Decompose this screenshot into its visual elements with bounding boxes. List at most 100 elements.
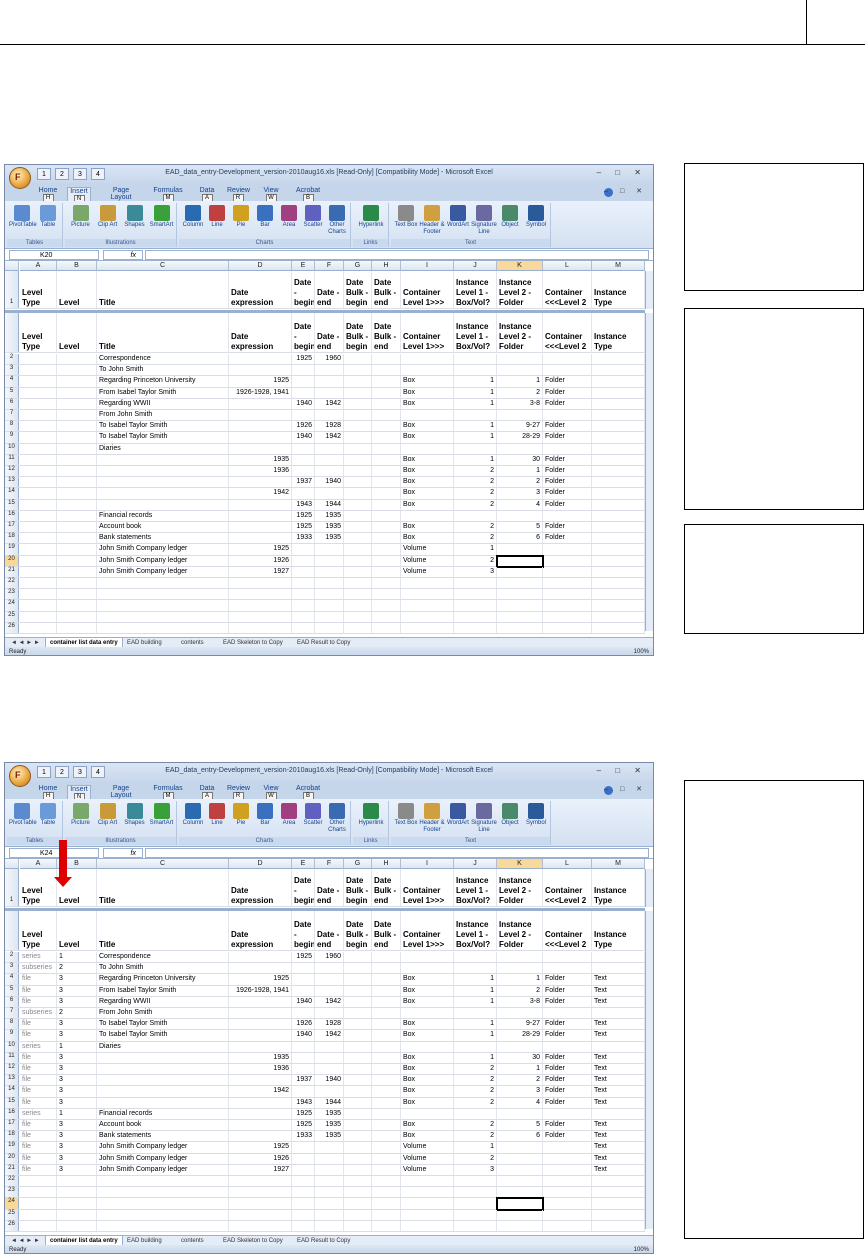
ribbon-button-picture[interactable]: Picture — [67, 205, 94, 229]
tab-review[interactable]: Review R — [227, 187, 250, 202]
table-cell[interactable]: Text — [592, 1153, 645, 1164]
table-cell[interactable] — [344, 1030, 372, 1041]
table-cell[interactable] — [454, 622, 497, 633]
ribbon-button-smartart[interactable]: SmartArt — [148, 803, 175, 827]
table-cell[interactable]: From John Smith — [97, 1008, 229, 1019]
table-cell[interactable] — [97, 589, 229, 600]
ribbon-button-table[interactable]: Table — [35, 803, 61, 827]
table-cell[interactable] — [592, 443, 645, 454]
table-cell[interactable] — [315, 1153, 344, 1164]
table-cell[interactable] — [97, 477, 229, 488]
name-box[interactable]: K24 — [9, 848, 99, 858]
table-cell[interactable] — [315, 1052, 344, 1063]
table-cell[interactable] — [57, 432, 97, 443]
table-cell[interactable]: series — [20, 1108, 57, 1119]
header-cell[interactable]: Container <<<Level 2 — [543, 313, 592, 352]
table-cell[interactable] — [454, 443, 497, 454]
table-cell[interactable]: Regarding Princeton University — [97, 974, 229, 985]
table-cell[interactable] — [229, 1187, 292, 1198]
table-cell[interactable] — [292, 387, 315, 398]
table-cell[interactable]: Box — [401, 376, 454, 387]
column-header[interactable]: H — [372, 859, 401, 869]
table-cell[interactable]: 1944 — [315, 1097, 344, 1108]
table-cell[interactable] — [20, 600, 57, 611]
table-cell[interactable] — [20, 622, 57, 633]
table-cell[interactable] — [454, 354, 497, 365]
table-cell[interactable] — [344, 1176, 372, 1187]
row-number[interactable]: 17 — [5, 522, 19, 533]
table-cell[interactable]: 1940 — [292, 1030, 315, 1041]
table-cell[interactable] — [372, 1041, 401, 1052]
table-cell[interactable] — [543, 555, 592, 566]
column-header[interactable]: J — [454, 859, 497, 869]
table-cell[interactable] — [497, 1041, 543, 1052]
table-cell[interactable] — [372, 1209, 401, 1220]
table-cell[interactable] — [292, 1176, 315, 1187]
table-cell[interactable] — [592, 365, 645, 376]
table-cell[interactable]: series — [20, 1041, 57, 1052]
table-cell[interactable] — [315, 1008, 344, 1019]
table-cell[interactable]: subseries — [20, 1008, 57, 1019]
table-cell[interactable]: Folder — [543, 1052, 592, 1063]
table-cell[interactable] — [454, 1108, 497, 1119]
column-header[interactable]: H — [372, 261, 401, 271]
header-cell[interactable]: Date Bulk - end — [372, 869, 401, 906]
table-cell[interactable]: 1935 — [315, 1120, 344, 1131]
tab-data[interactable]: Data A — [197, 785, 217, 800]
header-cell[interactable]: Instance Level 2 - Folder — [497, 271, 543, 308]
table-cell[interactable]: 3 — [497, 488, 543, 499]
table-cell[interactable] — [292, 488, 315, 499]
table-cell[interactable] — [57, 1209, 97, 1220]
row-number[interactable]: 22 — [5, 578, 19, 589]
row-number[interactable]: 3 — [5, 963, 19, 974]
table-cell[interactable] — [97, 488, 229, 499]
table-cell[interactable]: 3 — [57, 1142, 97, 1153]
table-cell[interactable] — [592, 963, 645, 974]
table-cell[interactable]: Box — [401, 1052, 454, 1063]
table-cell[interactable] — [497, 1220, 543, 1231]
table-cell[interactable]: Text — [592, 1019, 645, 1030]
table-cell[interactable]: Box — [401, 1120, 454, 1131]
table-cell[interactable] — [344, 365, 372, 376]
table-cell[interactable]: 1 — [454, 1030, 497, 1041]
table-cell[interactable]: Bank statements — [97, 533, 229, 544]
table-cell[interactable] — [401, 1041, 454, 1052]
table-cell[interactable] — [344, 1019, 372, 1030]
table-cell[interactable] — [372, 1164, 401, 1175]
table-cell[interactable] — [315, 1142, 344, 1153]
table-cell[interactable] — [57, 354, 97, 365]
column-header[interactable]: F — [315, 261, 344, 271]
table-cell[interactable] — [20, 544, 57, 555]
table-cell[interactable]: Text — [592, 1052, 645, 1063]
table-cell[interactable] — [20, 365, 57, 376]
table-cell[interactable]: 2 — [454, 1153, 497, 1164]
table-cell[interactable] — [592, 952, 645, 963]
header-cell[interactable]: Instance Level 2 - Folder — [497, 313, 543, 352]
table-cell[interactable] — [229, 432, 292, 443]
table-cell[interactable] — [20, 443, 57, 454]
row-number[interactable] — [5, 911, 19, 950]
table-cell[interactable] — [57, 398, 97, 409]
table-cell[interactable]: 1925 — [229, 974, 292, 985]
row-number[interactable]: 1 — [5, 271, 19, 308]
table-cell[interactable] — [20, 410, 57, 421]
table-cell[interactable] — [401, 1209, 454, 1220]
table-cell[interactable]: Text — [592, 985, 645, 996]
table-cell[interactable]: 28-29 — [497, 432, 543, 443]
table-cell[interactable] — [401, 1198, 454, 1209]
table-cell[interactable]: Folder — [543, 499, 592, 510]
table-cell[interactable] — [543, 1198, 592, 1209]
table-cell[interactable]: 2 — [454, 488, 497, 499]
table-cell[interactable]: 2 — [454, 1086, 497, 1097]
table-cell[interactable] — [292, 454, 315, 465]
table-cell[interactable] — [57, 566, 97, 577]
table-cell[interactable]: file — [20, 1052, 57, 1063]
table-cell[interactable] — [372, 622, 401, 633]
table-cell[interactable] — [401, 510, 454, 521]
table-cell[interactable]: 1 — [454, 544, 497, 555]
table-cell[interactable]: John Smith Company ledger — [97, 1142, 229, 1153]
ribbon-button-smartart[interactable]: SmartArt — [148, 205, 175, 229]
table-cell[interactable] — [543, 1164, 592, 1175]
table-cell[interactable] — [292, 1008, 315, 1019]
table-cell[interactable]: 1942 — [229, 1086, 292, 1097]
